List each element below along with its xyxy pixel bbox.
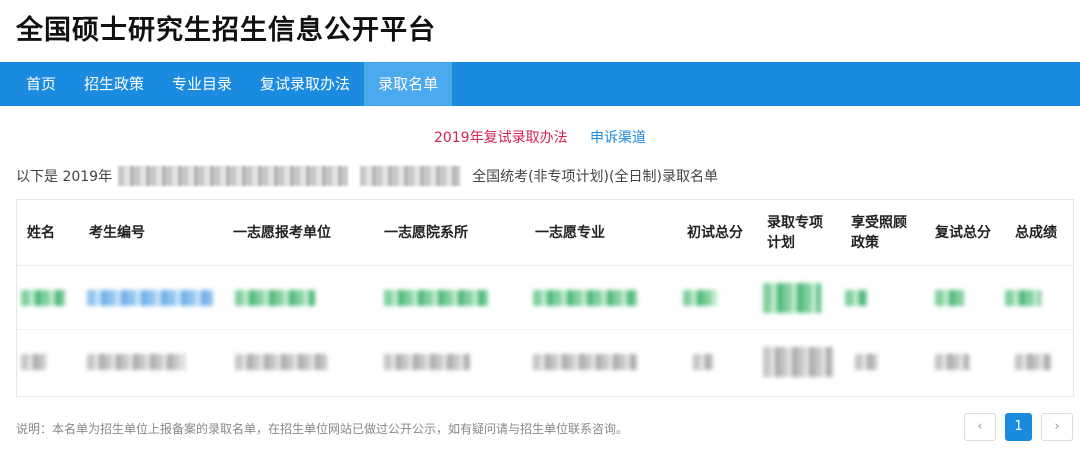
redacted-cell: [235, 290, 315, 306]
admission-table: 姓名 考生编号 一志愿报考单位 一志愿院系所 一志愿专业 初试总分 录取专项计划…: [16, 199, 1074, 397]
redacted-cell: [21, 354, 47, 370]
redacted-cell: [683, 290, 717, 306]
prev-page-button[interactable]: ‹: [964, 413, 996, 441]
redacted-cell: [384, 354, 470, 370]
redacted-cell: [763, 283, 821, 313]
appeal-channel-link[interactable]: 申诉渠道: [590, 130, 646, 146]
col-special-plan: 录取专项计划: [767, 215, 823, 251]
col-school: 一志愿报考单位: [233, 225, 331, 241]
nav-item-admission-list[interactable]: 录取名单: [364, 62, 453, 106]
page-1-button[interactable]: 1: [1005, 413, 1032, 441]
redacted-cell: [763, 347, 833, 377]
redacted-cell: [1005, 290, 1041, 306]
redacted-cell: [1015, 354, 1051, 370]
next-page-button[interactable]: ›: [1041, 413, 1073, 441]
redacted-cell: [235, 354, 327, 370]
redacted-cell: [384, 290, 488, 306]
redacted-cell: [935, 290, 965, 306]
redacted-cell: [845, 290, 867, 306]
col-name: 姓名: [27, 225, 55, 241]
redacted-cell: [533, 354, 637, 370]
intro-suffix: 全国统考(非专项计划)(全日制)录取名单: [472, 169, 718, 185]
sub-links: 2019年复试录取办法 申诉渠道: [0, 127, 1080, 147]
redacted-cell: [855, 354, 877, 370]
site-title: 全国硕士研究生招生信息公开平台: [16, 15, 436, 46]
review-method-link[interactable]: 2019年复试录取办法: [434, 130, 568, 146]
nav-item-retest-method[interactable]: 复试录取办法: [246, 62, 364, 106]
main-navbar: 首页 招生政策 专业目录 复试录取办法 录取名单: [0, 62, 1080, 106]
redacted-cell: [935, 354, 969, 370]
intro-line: 以下是 2019年 全国统考(非专项计划)(全日制)录取名单: [16, 166, 718, 186]
table-row: [17, 266, 1073, 330]
col-dept: 一志愿院系所: [384, 225, 468, 241]
redacted-cell: [533, 290, 637, 306]
nav-item-catalog[interactable]: 专业目录: [158, 62, 246, 106]
redacted-cell: [87, 290, 213, 306]
col-major: 一志愿专业: [535, 225, 605, 241]
redacted-dept: [360, 166, 461, 186]
col-retest-score: 复试总分: [935, 225, 991, 241]
col-exam-id: 考生编号: [89, 225, 145, 241]
col-initial-score: 初试总分: [687, 225, 743, 241]
nav-item-home[interactable]: 首页: [0, 62, 70, 106]
table-row: [17, 330, 1073, 394]
col-care-policy: 享受照顾政策: [851, 215, 907, 251]
redacted-school: [118, 166, 349, 186]
intro-prefix: 以下是 2019年: [16, 169, 113, 185]
nav-item-policy[interactable]: 招生政策: [70, 62, 158, 106]
col-total-score: 总成绩: [1015, 225, 1057, 241]
footer-note: 说明：本名单为招生单位上报备案的录取名单，在招生单位网站已做过公开公示，如有疑问…: [16, 422, 629, 436]
table-header: 姓名 考生编号 一志愿报考单位 一志愿院系所 一志愿专业 初试总分 录取专项计划…: [17, 200, 1073, 266]
redacted-cell: [693, 354, 713, 370]
redacted-cell: [87, 354, 185, 370]
redacted-cell: [21, 290, 65, 306]
